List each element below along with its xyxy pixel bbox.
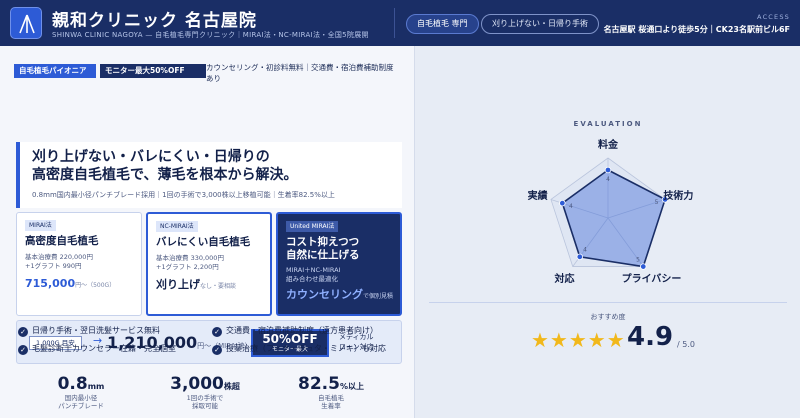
- check-icon: ✓: [18, 327, 28, 337]
- stat-survival-rate: 82.5%以上 自毛植毛 生着率: [276, 374, 386, 410]
- brand-name: 親和クリニック 名古屋院: [52, 11, 257, 31]
- plan-title: コスト抑えつつ 自然に仕上げる: [286, 236, 360, 262]
- hero-title: 刈り上げない・バレにくい・日帰りの 高密度自毛植毛で、薄毛を根本から解決。: [32, 148, 297, 184]
- plan-price-unit: 円〜（500G）: [75, 282, 116, 289]
- feature-text: 投薬治療（フィナ・デュタ・ミノキ）も対応: [226, 344, 386, 353]
- badge-note: カウンセリング・初診料無料｜交通費・宿泊費補助制度あり: [206, 63, 394, 83]
- clinic-logo[interactable]: [10, 7, 42, 39]
- rating-stars-icon: ★★★★★: [531, 328, 626, 352]
- stat-number: 3,000: [170, 374, 224, 394]
- section-divider: [429, 302, 787, 303]
- stat-value: 0.8mm: [26, 374, 136, 394]
- stat-unit: mm: [87, 382, 105, 391]
- plan-card-mirai[interactable]: MIRAI法 高密度自毛植毛 基本治療費 220,000円 +1グラフト 990…: [16, 212, 142, 316]
- check-icon: ✓: [18, 345, 28, 355]
- plan-tag: MIRAI法: [25, 220, 56, 231]
- feature-text: 毛髪診断士カウンセラー在籍・完全個室: [32, 344, 176, 353]
- header-divider: [394, 8, 395, 38]
- radar-point: [604, 166, 612, 174]
- check-icon: ✓: [212, 345, 222, 355]
- stat-value: 3,000株超: [150, 374, 260, 394]
- access-address: 名古屋駅 桜通口より徒歩5分｜CK23名駅前ビル6F: [603, 25, 790, 34]
- stats-row: 0.8mm 国内最小径 パンチブレード 3,000株超 1回の手術で 採取可能 …: [0, 374, 414, 418]
- radar-value-label: 4: [569, 203, 573, 210]
- left-panel: 自毛植毛パイオニア モニター最大50%OFF カウンセリング・初診料無料｜交通費…: [0, 46, 414, 418]
- plan-price: 715,000円〜（500G）: [25, 277, 115, 290]
- stat-label1: 自毛植毛: [318, 394, 344, 402]
- feature-item: ✓ 日帰り手術・翌日洗髪サービス無料: [18, 325, 160, 337]
- stat-label2: パンチブレード: [58, 402, 104, 410]
- feature-item: ✓ 毛髪診断士カウンセラー在籍・完全個室: [18, 343, 176, 355]
- stat-unit: %以上: [339, 382, 364, 391]
- hero-title-line1: 刈り上げない・バレにくい・日帰りの: [32, 149, 270, 165]
- check-icon: ✓: [212, 327, 222, 337]
- logo-mark-icon: [19, 14, 35, 34]
- plan-highlight: カウンセリングで個別見積: [286, 286, 393, 302]
- stat-punch-size: 0.8mm 国内最小径 パンチブレード: [26, 374, 136, 410]
- hero-title-line2: 高密度自毛植毛で、薄毛を根本から解決。: [32, 167, 298, 183]
- radar-axis-label: 対応: [554, 272, 575, 285]
- radar-axis-label: 料金: [598, 138, 619, 151]
- plan-price-value: 715,000: [25, 277, 76, 290]
- radar-value-label: 5: [636, 256, 640, 263]
- stat-unit: 株超: [223, 382, 240, 391]
- plan-title: バレにくい自毛植毛: [156, 236, 251, 248]
- stat-value: 82.5%以上: [276, 374, 386, 394]
- evaluation-radar-chart: 4 5 5 4 4 料金技術力プライバシー 対応 実績: [528, 138, 694, 285]
- site-header: 親和クリニック 名古屋院 SHINWA CLINIC NAGOYA — 自毛植毛…: [0, 0, 800, 46]
- plan-tag: NC-MIRAI法: [156, 221, 198, 232]
- plan-title: 高密度自毛植毛: [25, 235, 99, 247]
- brand-subtitle: SHINWA CLINIC NAGOYA — 自毛植毛専門クリニック｜MIRAI…: [52, 31, 369, 39]
- pill-specialty[interactable]: 自毛植毛 専門: [406, 14, 479, 34]
- plan-combo-line2: 組み合わせ最適化: [286, 275, 338, 283]
- plan-highlight-note: で個別見積: [363, 293, 394, 300]
- radar-axis-label: 実績: [528, 189, 548, 202]
- radar-axis-label: 技術力: [663, 189, 693, 202]
- plan-highlight: 刈り上げなし・要相談: [156, 276, 236, 292]
- plan-graft-fee: +1グラフト 2,200円: [156, 263, 219, 271]
- badge-monitor-discount: モニター最大50%OFF: [100, 64, 206, 78]
- stat-graft-count: 3,000株超 1回の手術で 採取可能: [150, 374, 260, 410]
- evaluation-label: EVALUATION: [573, 120, 643, 128]
- plan-tag: United MIRAI法: [286, 221, 339, 232]
- plan-highlight-text: 刈り上げ: [156, 278, 200, 291]
- radar-point: [559, 199, 566, 207]
- plan-title-line2: 自然に仕上げる: [286, 249, 360, 261]
- stat-number: 82.5: [298, 374, 340, 394]
- feature-text: 日帰り手術・翌日洗髪サービス無料: [32, 326, 160, 335]
- hero-subtitle: 0.8mm国内最小径パンチブレード採用｜1回の手術で3,000株以上移植可能｜生…: [32, 191, 335, 199]
- feature-item: ✓ 交通費・宿泊費補助制度（遠方患者向け）: [212, 325, 378, 337]
- radar-point: [640, 263, 647, 270]
- pill-feature[interactable]: 刈り上げない・日帰り手術: [481, 14, 599, 34]
- stat-label1: 1回の手術で: [186, 394, 224, 402]
- radar-value-label: 4: [606, 176, 610, 183]
- plan-title-line1: コスト抑えつつ: [286, 236, 360, 248]
- stat-number: 0.8: [57, 374, 88, 394]
- feature-text: 交通費・宿泊費補助制度（遠方患者向け）: [226, 326, 378, 335]
- radar-value-label: 5: [655, 199, 659, 206]
- stat-label1: 国内最小径: [64, 394, 98, 402]
- plan-card-nc-mirai[interactable]: NC-MIRAI法 バレにくい自毛植毛 基本治療費 330,000円 +1グラフ…: [146, 212, 272, 316]
- access-label: ACCESS: [757, 13, 790, 21]
- stat-label2: 採取可能: [192, 402, 218, 410]
- plan-highlight-text: カウンセリング: [286, 288, 363, 301]
- stat-label2: 生着率: [321, 402, 341, 410]
- badge-pioneer: 自毛植毛パイオニア: [14, 64, 96, 78]
- radar-axis-label: プライバシー: [622, 272, 682, 285]
- rating-max: / 5.0: [677, 340, 695, 349]
- feature-item: ✓ 投薬治療（フィナ・デュタ・ミノキ）も対応: [212, 343, 386, 355]
- plan-graft-fee: +1グラフト 990円: [25, 262, 82, 270]
- plan-card-united-mirai[interactable]: United MIRAI法 コスト抑えつつ 自然に仕上げる MIRAI＋NC-M…: [276, 212, 402, 316]
- recommend-label: おすすめ度: [590, 313, 626, 321]
- radar-point: [576, 253, 583, 261]
- radar-value-label: 4: [583, 247, 587, 254]
- plan-highlight-note: なし・要相談: [200, 283, 237, 290]
- right-panel: EVALUATION 4 5 5 4 4 料金技術力プライバシー 対応 実績 おすすめ度 ★★…: [414, 46, 800, 418]
- hero-block: 刈り上げない・バレにくい・日帰りの 高密度自毛植毛で、薄毛を根本から解決。 0.…: [16, 142, 402, 208]
- rating-score: 4.9: [627, 322, 674, 352]
